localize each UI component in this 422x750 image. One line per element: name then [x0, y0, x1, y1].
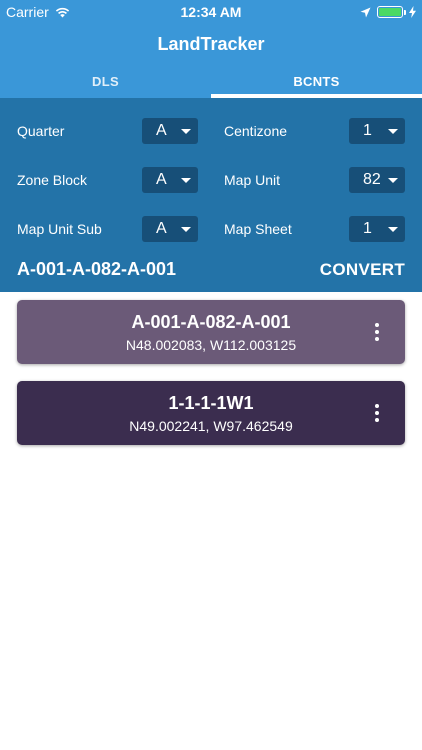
zone-block-value: A: [156, 171, 167, 188]
form-row-2: Zone Block A Map Unit 82: [17, 167, 405, 193]
map-unit-value: 82: [363, 171, 381, 188]
status-right: [360, 6, 416, 18]
map-unit-label: Map Unit: [224, 172, 281, 188]
caret-down-icon: [181, 177, 191, 183]
caret-down-icon: [388, 128, 398, 134]
history-card-coords: N48.002083, W112.003125: [125, 336, 297, 353]
app-title: LandTracker: [0, 24, 422, 64]
caret-down-icon: [388, 226, 398, 232]
quarter-label: Quarter: [17, 123, 65, 139]
history-card-coords: N49.002241, W97.462549: [129, 417, 293, 434]
caret-down-icon: [181, 226, 191, 232]
quarter-value: A: [156, 122, 167, 139]
form-row-3: Map Unit Sub A Map Sheet 1: [17, 216, 405, 242]
status-bar: Carrier 12:34 AM: [0, 0, 422, 24]
carrier-label: Carrier: [6, 4, 49, 20]
caret-down-icon: [181, 128, 191, 134]
map-sheet-label: Map Sheet: [224, 221, 292, 237]
caret-down-icon: [388, 177, 398, 183]
map-unit-sub-label: Map Unit Sub: [17, 221, 102, 237]
map-unit-sub-value: A: [156, 220, 167, 237]
centizone-select[interactable]: 1: [349, 118, 405, 144]
map-unit-sub-select[interactable]: A: [142, 216, 198, 242]
form-row-1: Quarter A Centizone 1: [17, 118, 405, 144]
map-unit-select[interactable]: 82: [349, 167, 405, 193]
history-card-title: 1-1-1-1W1: [168, 392, 254, 413]
result-code: A-001-A-082-A-001: [17, 259, 177, 279]
tab-dls[interactable]: DLS: [0, 64, 211, 98]
map-sheet-value: 1: [363, 220, 372, 237]
convert-button[interactable]: CONVERT: [320, 260, 405, 280]
location-arrow-icon: [360, 7, 371, 17]
zone-block-label: Zone Block: [17, 172, 88, 188]
centizone-value: 1: [363, 122, 372, 139]
tab-bcnts[interactable]: BCNTS: [211, 64, 422, 98]
wifi-icon: [55, 7, 69, 17]
history-card-title: A-001-A-082-A-001: [131, 311, 291, 332]
battery-icon: [377, 6, 406, 18]
history-card[interactable]: A-001-A-082-A-001 N48.002083, W112.00312…: [17, 300, 405, 364]
centizone-label: Centizone: [224, 123, 288, 139]
history-card[interactable]: 1-1-1-1W1 N49.002241, W97.462549: [17, 381, 405, 445]
status-left: Carrier: [6, 4, 70, 20]
map-sheet-select[interactable]: 1: [349, 216, 405, 242]
result-row: A-001-A-082-A-001 CONVERT: [17, 259, 405, 280]
tab-bar: DLS BCNTS: [0, 64, 422, 98]
bcnts-form: Quarter A Centizone 1 Zone Block A Map U…: [0, 98, 422, 292]
quarter-select[interactable]: A: [142, 118, 198, 144]
zone-block-select[interactable]: A: [142, 167, 198, 193]
history-list: A-001-A-082-A-001 N48.002083, W112.00312…: [0, 292, 422, 445]
charging-bolt-icon: [409, 6, 416, 18]
more-vert-icon[interactable]: [375, 323, 379, 341]
more-vert-icon[interactable]: [375, 404, 379, 422]
